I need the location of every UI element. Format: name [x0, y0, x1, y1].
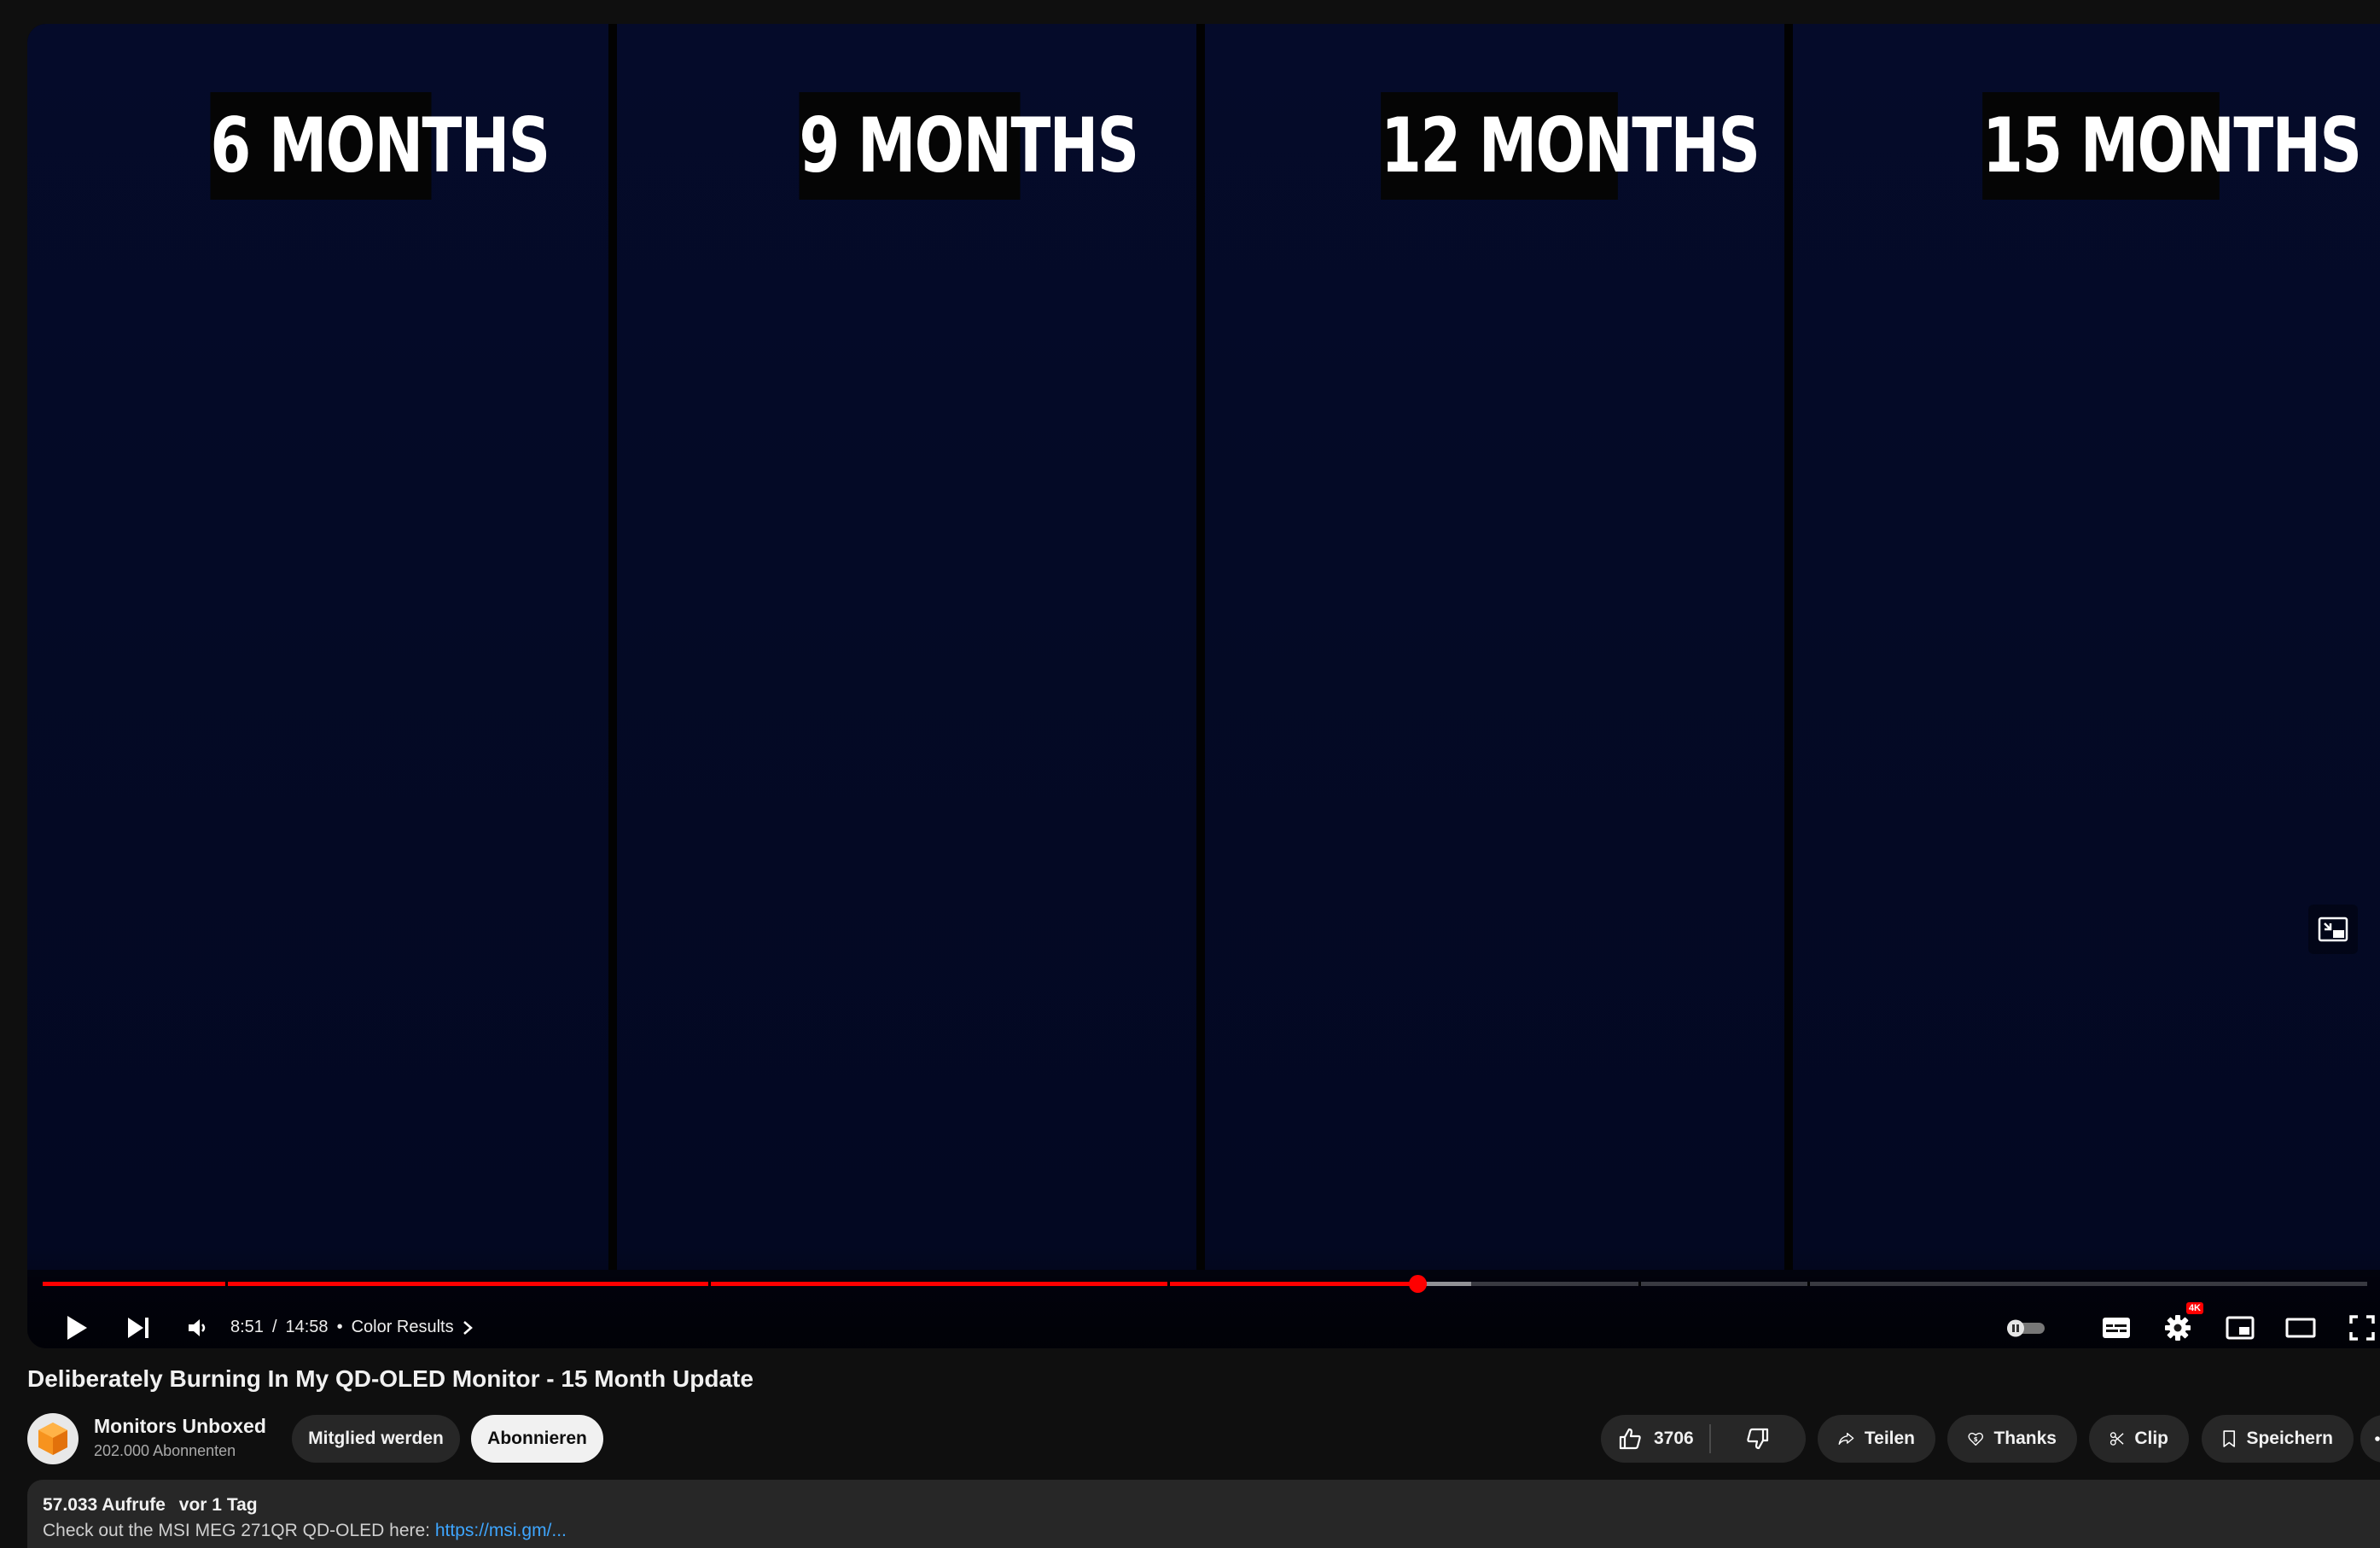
description-box[interactable]: 57.033 Aufrufe vor 1 Tag Check out the M… — [27, 1480, 2380, 1548]
next-icon — [128, 1318, 148, 1338]
settings-button[interactable]: 4K — [2154, 1302, 2203, 1348]
thanks-heart-icon: $ — [1968, 1432, 1983, 1446]
subtitles-button[interactable] — [2092, 1304, 2140, 1348]
owner-row: Monitors Unboxed 202.000 Abonnenten Mitg… — [27, 1411, 2380, 1466]
like-button[interactable]: 3706 — [1601, 1415, 1709, 1463]
panel-divider — [608, 24, 617, 1270]
chevron-right-icon — [463, 1320, 473, 1335]
time-total: 14:58 — [285, 1318, 329, 1336]
theater-mode-button[interactable] — [2277, 1304, 2325, 1348]
thanks-button[interactable]: $ Thanks — [1947, 1415, 2077, 1463]
volume-button[interactable] — [174, 1304, 222, 1348]
time-current: 8:51 — [230, 1318, 264, 1336]
chapter-marker — [1638, 1282, 1641, 1286]
video-panel-6-months — [27, 24, 608, 1270]
scissors-icon — [2109, 1432, 2124, 1446]
join-button[interactable]: Mitglied werden — [292, 1415, 460, 1463]
save-label: Speichern — [2246, 1429, 2333, 1448]
share-label: Teilen — [1864, 1429, 1915, 1448]
play-button[interactable] — [53, 1304, 101, 1348]
more-horizontal-icon — [2375, 1436, 2380, 1441]
progress-played — [43, 1282, 1418, 1286]
description-link[interactable]: https://msi.gm/... — [435, 1521, 567, 1540]
quality-badge: 4K — [2185, 1302, 2203, 1314]
clip-label: Clip — [2134, 1429, 2168, 1448]
panel-divider — [1196, 24, 1205, 1270]
save-button[interactable]: Speichern — [2202, 1415, 2354, 1463]
dislike-button[interactable] — [1711, 1415, 1806, 1463]
time-display: 8:51 / 14:58 • Color Results — [230, 1318, 473, 1337]
share-icon — [1838, 1433, 1854, 1445]
clip-button[interactable]: Clip — [2089, 1415, 2189, 1463]
more-actions-button[interactable] — [2360, 1415, 2380, 1463]
theater-mode-icon — [2285, 1318, 2316, 1338]
subscriber-count: 202.000 Abonnenten — [94, 1442, 236, 1459]
play-icon — [67, 1316, 87, 1340]
bookmark-icon — [2223, 1430, 2236, 1447]
autoplay-toggle[interactable] — [1999, 1304, 2053, 1348]
video-panel-15-months — [1793, 24, 2380, 1270]
subtitles-icon — [2103, 1318, 2130, 1338]
box-logo-icon — [38, 1423, 67, 1455]
svg-text:$: $ — [1974, 1435, 1978, 1443]
video-title: Deliberately Burning In My QD-OLED Monit… — [27, 1365, 754, 1392]
thumbs-up-icon — [1619, 1428, 1641, 1450]
progress-bar[interactable] — [43, 1275, 2367, 1293]
video-player[interactable]: 6 MONTHS 9 MONTHS 12 MONTHS 15 MONTHS 8:… — [27, 24, 2380, 1348]
channel-avatar[interactable] — [27, 1413, 79, 1464]
panel-label: 12 MONTHS — [1381, 92, 1760, 200]
fullscreen-button[interactable] — [2338, 1304, 2380, 1348]
thumbs-down-icon — [1747, 1428, 1769, 1450]
description-text: Check out the MSI MEG 271QR QD-OLED here… — [43, 1521, 431, 1540]
description-line: Check out the MSI MEG 271QR QD-OLED here… — [43, 1521, 567, 1541]
exit-fullscreen-overlay-button[interactable] — [2308, 905, 2358, 954]
autoplay-toggle-icon — [2007, 1319, 2045, 1337]
share-button[interactable]: Teilen — [1818, 1415, 1935, 1463]
video-panel-9-months — [617, 24, 1196, 1270]
chapter-marker — [708, 1282, 711, 1286]
like-dislike-group: 3706 — [1601, 1415, 1806, 1463]
video-panel-12-months — [1205, 24, 1784, 1270]
subscribe-button[interactable]: Abonnieren — [471, 1415, 603, 1463]
description-meta: 57.033 Aufrufe vor 1 Tag — [43, 1495, 258, 1516]
volume-icon — [189, 1319, 206, 1336]
time-separator: / — [271, 1318, 277, 1336]
chapter-title: Color Results — [351, 1318, 454, 1336]
panel-label: 9 MONTHS — [799, 92, 1139, 200]
next-button[interactable] — [114, 1304, 162, 1348]
upload-age: vor 1 Tag — [178, 1495, 258, 1515]
channel-name[interactable]: Monitors Unboxed — [94, 1415, 266, 1438]
panel-label: 15 MONTHS — [1982, 92, 2362, 200]
chapter-marker — [225, 1282, 228, 1286]
miniplayer-button[interactable] — [2216, 1304, 2264, 1348]
miniplayer-overlay-icon — [2318, 917, 2348, 942]
view-count: 57.033 Aufrufe — [43, 1495, 166, 1515]
chapter-title-button[interactable]: Color Results — [352, 1318, 473, 1337]
panel-label: 6 MONTHS — [210, 92, 550, 200]
panel-divider — [1784, 24, 1793, 1270]
chapter-marker — [1807, 1282, 1810, 1286]
chapter-marker — [1167, 1282, 1170, 1286]
miniplayer-icon — [2226, 1316, 2255, 1340]
chapter-separator: • — [336, 1318, 343, 1336]
gear-icon — [2165, 1315, 2191, 1341]
like-count: 3706 — [1654, 1429, 1694, 1448]
thanks-label: Thanks — [1993, 1429, 2057, 1448]
fullscreen-icon — [2349, 1315, 2375, 1341]
